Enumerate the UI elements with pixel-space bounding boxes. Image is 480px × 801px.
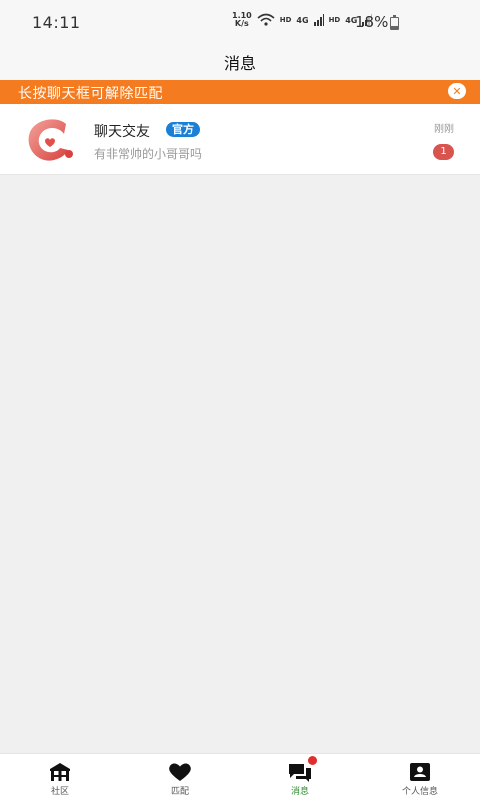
profile-icon xyxy=(410,763,430,781)
avatar xyxy=(28,119,73,161)
signal-type-1: 4G xyxy=(296,15,309,25)
tab-label: 个人信息 xyxy=(401,787,438,797)
tab-label: 消息 xyxy=(290,787,309,797)
notice-text: 长按聊天框可解除匹配 xyxy=(18,86,163,102)
chat-name: 聊天交友 xyxy=(94,124,150,140)
page-title: 消息 xyxy=(223,54,256,73)
close-icon[interactable]: ✕ xyxy=(448,83,466,99)
wifi-icon xyxy=(257,13,275,26)
status-indicators: 1.10 K/s HD 4G HD 4G xyxy=(232,12,373,28)
status-bar: 14:11 1.10 K/s HD 4G HD 4G 18% xyxy=(0,0,480,44)
notice-bar: 长按聊天框可解除匹配 ✕ xyxy=(0,80,480,104)
tab-profile[interactable]: 个人信息 xyxy=(360,754,480,801)
message-preview: 有非常帅的小哥哥吗 xyxy=(94,147,203,161)
message-time: 刚刚 xyxy=(434,124,454,135)
heart-icon xyxy=(169,763,191,781)
official-badge: 官方 xyxy=(166,122,200,137)
notification-dot xyxy=(308,756,317,765)
header: 消息 xyxy=(0,44,480,80)
chat-icon xyxy=(289,764,311,782)
list-item[interactable]: 聊天交友 官方 有非常帅的小哥哥吗 刚刚 1 xyxy=(0,104,480,175)
tab-community[interactable]: 社区 xyxy=(0,754,120,801)
hd-label-2: HD xyxy=(328,16,341,24)
community-icon xyxy=(50,763,70,781)
network-speed-unit: K/s xyxy=(234,19,249,28)
unread-count-badge: 1 xyxy=(433,144,454,160)
hd-label-1: HD xyxy=(279,16,292,24)
signal-bars-icon xyxy=(313,14,324,26)
tab-label: 社区 xyxy=(50,787,69,797)
battery-percent: 18% xyxy=(355,13,389,31)
tab-messages[interactable]: 消息 xyxy=(240,754,360,801)
bottom-tab-bar: 社区 匹配 消息 个人信息 xyxy=(0,753,480,801)
network-speed: 1.10 K/s xyxy=(232,12,252,28)
tab-match[interactable]: 匹配 xyxy=(120,754,240,801)
battery-icon xyxy=(390,15,399,30)
status-time: 14:11 xyxy=(32,13,81,32)
tab-label: 匹配 xyxy=(170,787,189,797)
